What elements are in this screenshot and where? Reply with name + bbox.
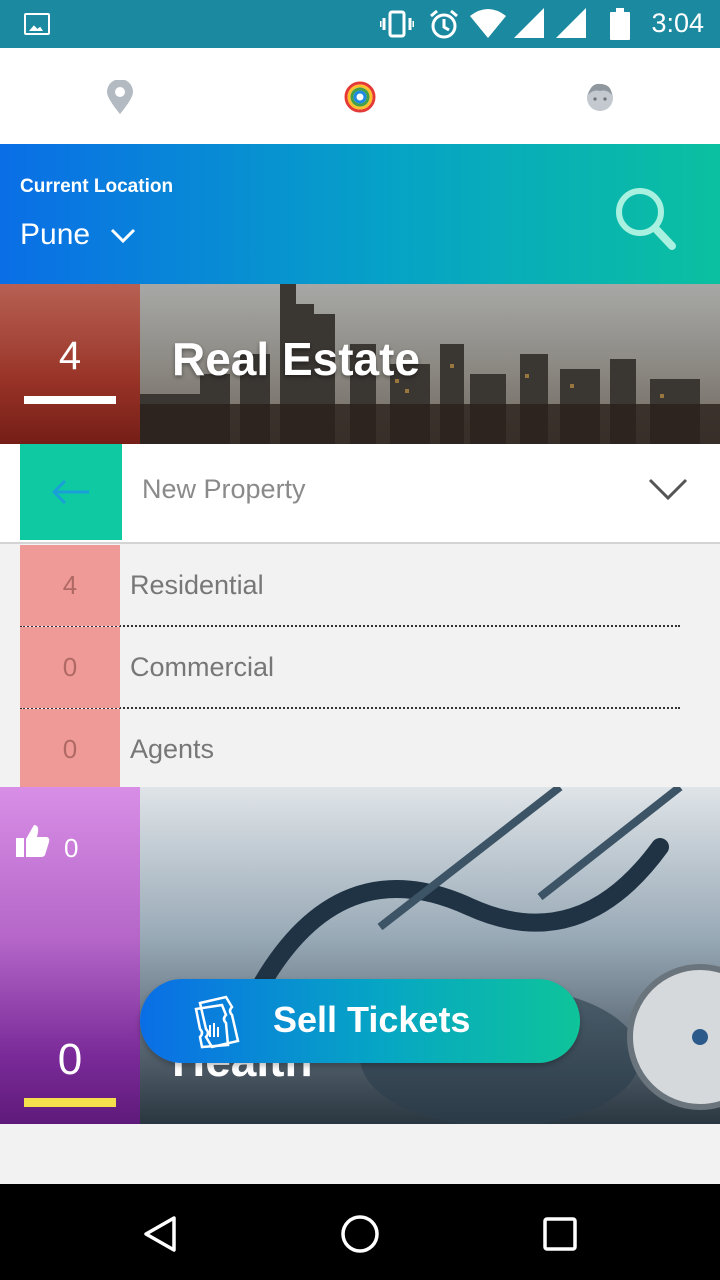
list-item-commercial[interactable]: 0 Commercial xyxy=(20,627,680,709)
rainbow-ring-icon xyxy=(344,81,376,113)
real-estate-count: 4 xyxy=(58,334,82,378)
location-header: Current Location Pune xyxy=(0,144,720,284)
ticket-icon xyxy=(194,995,240,1049)
real-estate-banner[interactable]: 4 Real Estate xyxy=(0,284,720,444)
item-count: 0 xyxy=(20,627,120,708)
system-nav-bar xyxy=(0,1184,720,1280)
subcategory-list: 4 Residential 0 Commercial 0 Agents xyxy=(20,545,680,791)
back-button[interactable] xyxy=(20,444,122,540)
nav-tab-location[interactable] xyxy=(90,70,150,124)
signal-icon xyxy=(514,8,544,38)
home-nav-icon[interactable] xyxy=(338,1212,382,1256)
arrow-left-icon xyxy=(51,479,89,505)
item-label: Residential xyxy=(130,570,264,600)
vibrate-icon xyxy=(380,10,414,38)
item-label: Agents xyxy=(130,734,215,764)
back-nav-icon[interactable] xyxy=(138,1212,182,1256)
city-selector[interactable]: Pune xyxy=(20,218,90,252)
chevron-down-icon[interactable] xyxy=(110,228,136,244)
list-item-residential[interactable]: 4 Residential xyxy=(20,545,680,627)
dropdown-selected-value: New Property xyxy=(142,474,306,504)
count-underline xyxy=(24,396,116,404)
location-pin-icon xyxy=(107,80,133,114)
clock: 3:04 xyxy=(651,8,704,38)
property-type-dropdown[interactable]: New Property xyxy=(0,444,720,544)
count-underline xyxy=(24,1098,116,1107)
image-icon xyxy=(24,13,50,35)
real-estate-title: Real Estate xyxy=(172,333,421,385)
item-count: 0 xyxy=(20,709,120,790)
item-count: 4 xyxy=(20,545,120,626)
battery-icon xyxy=(610,8,630,40)
alarm-icon xyxy=(430,9,458,39)
current-location-label: Current Location xyxy=(20,176,174,197)
list-item-agents[interactable]: 0 Agents xyxy=(20,709,680,791)
status-bar: 3:04 xyxy=(0,0,720,48)
top-nav xyxy=(0,48,720,144)
health-count: 0 xyxy=(57,1035,83,1084)
wifi-icon xyxy=(470,9,506,38)
sell-tickets-button[interactable]: Sell Tickets xyxy=(140,979,580,1063)
like-count: 0 xyxy=(64,833,79,863)
thumbs-up-icon[interactable] xyxy=(14,823,50,859)
profile-face-icon xyxy=(587,83,613,111)
health-banner[interactable]: 0 0 Health xyxy=(0,787,720,1124)
sell-tickets-label: Sell Tickets xyxy=(273,999,471,1040)
nav-tab-profile[interactable] xyxy=(570,70,630,124)
signal-icon xyxy=(556,8,586,38)
chevron-down-icon[interactable] xyxy=(648,478,688,502)
item-label: Commercial xyxy=(130,652,275,682)
nav-tab-home[interactable] xyxy=(330,70,390,124)
recents-nav-icon[interactable] xyxy=(538,1212,582,1256)
search-icon[interactable] xyxy=(610,184,680,254)
